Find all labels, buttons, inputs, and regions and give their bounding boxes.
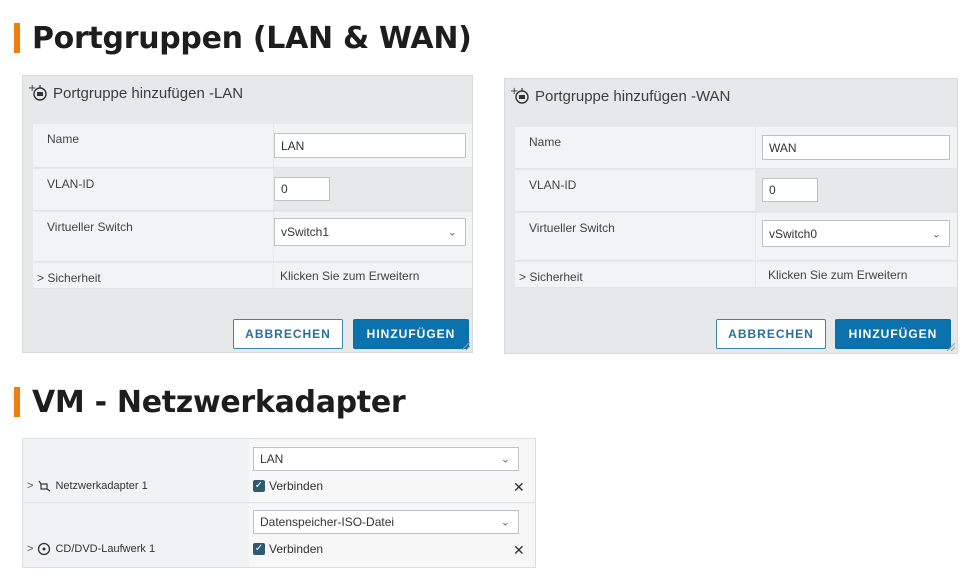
- name-label: Name: [529, 135, 562, 149]
- resize-handle-icon[interactable]: [462, 342, 470, 350]
- vlan-row: VLAN-ID 0: [33, 169, 472, 211]
- switch-label: Virtueller Switch: [47, 220, 133, 234]
- chevron-down-icon: ⌄: [500, 516, 510, 529]
- switch-label: Virtueller Switch: [529, 221, 615, 235]
- virtual-switch-select[interactable]: vSwitch0 ⌄: [762, 220, 950, 247]
- cancel-button[interactable]: ABBRECHEN: [233, 319, 343, 349]
- add-portgroup-icon: +: [28, 83, 47, 101]
- network-value: LAN: [260, 452, 284, 466]
- add-button[interactable]: HINZUFÜGEN: [835, 319, 951, 349]
- virtual-switch-value: vSwitch1: [281, 225, 330, 239]
- name-input[interactable]: LAN: [274, 133, 466, 158]
- security-label: Sicherheit: [529, 270, 583, 284]
- accent-bar: [14, 387, 20, 417]
- chevron-down-icon: ⌄: [500, 453, 510, 466]
- remove-icon[interactable]: ✕: [513, 542, 525, 559]
- chevron-right-icon: >: [37, 271, 45, 285]
- vlan-label: VLAN-ID: [529, 178, 577, 192]
- virtual-switch-value: vSwitch0: [769, 226, 818, 241]
- section-title-vm-adapters: VM - Netzwerkadapter: [14, 382, 406, 422]
- security-row[interactable]: > Sicherheit Klicken Sie zum Erweitern: [515, 262, 957, 288]
- cd-dvd-row: > CD/DVD-Laufwerk 1 Datenspeicher-ISO-Da…: [23, 504, 535, 567]
- network-adapter-label: Netzwerkadapter 1: [55, 480, 148, 492]
- name-label: Name: [47, 132, 80, 146]
- lan-portgroup-dialog: + Portgruppe hinzufügen -LAN Name LAN VL…: [22, 75, 473, 353]
- resize-handle-icon[interactable]: [947, 343, 955, 351]
- name-row: Name WAN: [515, 127, 957, 169]
- cd-dvd-label: CD/DVD-Laufwerk 1: [55, 543, 156, 555]
- connect-checkbox[interactable]: ✓ Verbinden: [253, 479, 323, 493]
- vlan-row: VLAN-ID 0: [515, 170, 957, 212]
- cd-dvd-toggle[interactable]: > CD/DVD-Laufwerk 1: [27, 542, 155, 556]
- cancel-button[interactable]: ABBRECHEN: [716, 319, 826, 349]
- switch-row: Virtueller Switch vSwitch1 ⌄: [33, 212, 472, 262]
- chevron-right-icon: >: [27, 543, 34, 555]
- checkmark-icon: ✓: [253, 543, 265, 555]
- svg-text:+: +: [510, 86, 518, 97]
- add-portgroup-icon: +: [510, 86, 529, 104]
- section-title-text: VM - Netzwerkadapter: [32, 384, 406, 420]
- vlan-id-input[interactable]: 0: [274, 177, 330, 201]
- chevron-down-icon: ⌄: [931, 228, 941, 240]
- security-hint: Klicken Sie zum Erweitern: [768, 268, 908, 282]
- dialog-header: + Portgruppe hinzufügen -WAN: [505, 79, 957, 113]
- chevron-right-icon: >: [519, 270, 527, 284]
- chevron-down-icon: ⌄: [447, 226, 457, 239]
- name-row: Name LAN: [33, 124, 472, 168]
- security-row[interactable]: > Sicherheit Klicken Sie zum Erweitern: [33, 263, 472, 289]
- section-title-text: Portgruppen (LAN & WAN): [32, 20, 472, 56]
- connect-checkbox[interactable]: ✓ Verbinden: [253, 542, 323, 556]
- add-button[interactable]: HINZUFÜGEN: [353, 319, 469, 349]
- cd-source-value: Datenspeicher-ISO-Datei: [260, 515, 395, 529]
- checkmark-icon: ✓: [253, 480, 265, 492]
- remove-icon[interactable]: ✕: [513, 479, 525, 496]
- network-adapter-row: > Netzwerkadapter 1 LAN ⌄ ✓ Verbinden ✕: [23, 439, 535, 503]
- network-adapter-icon: [38, 480, 51, 492]
- chevron-right-icon: >: [27, 480, 34, 492]
- accent-bar: [14, 23, 20, 53]
- dialog-title: Portgruppe hinzufügen -WAN: [535, 87, 731, 105]
- wan-portgroup-dialog: + Portgruppe hinzufügen -WAN Name WAN VL…: [504, 78, 958, 354]
- connect-label: Verbinden: [269, 542, 324, 556]
- cd-dvd-icon: [38, 542, 51, 556]
- security-label: Sicherheit: [47, 271, 101, 285]
- cd-source-select[interactable]: Datenspeicher-ISO-Datei ⌄: [253, 510, 519, 534]
- connect-label: Verbinden: [269, 479, 324, 493]
- vlan-id-input[interactable]: 0: [762, 178, 818, 202]
- network-select[interactable]: LAN ⌄: [253, 447, 519, 471]
- section-title-portgroups: Portgruppen (LAN & WAN): [14, 18, 472, 58]
- security-hint: Klicken Sie zum Erweitern: [280, 269, 420, 283]
- vm-hardware-panel: > Netzwerkadapter 1 LAN ⌄ ✓ Verbinden ✕: [22, 438, 536, 568]
- svg-text:+: +: [28, 83, 36, 94]
- switch-row: Virtueller Switch vSwitch0 ⌄: [515, 213, 957, 261]
- virtual-switch-select[interactable]: vSwitch1 ⌄: [274, 218, 466, 246]
- network-adapter-toggle[interactable]: > Netzwerkadapter 1: [27, 479, 148, 493]
- name-input[interactable]: WAN: [762, 135, 950, 160]
- vlan-label: VLAN-ID: [47, 177, 95, 191]
- dialog-header: + Portgruppe hinzufügen -LAN: [23, 76, 472, 110]
- dialog-title: Portgruppe hinzufügen -LAN: [53, 84, 244, 102]
